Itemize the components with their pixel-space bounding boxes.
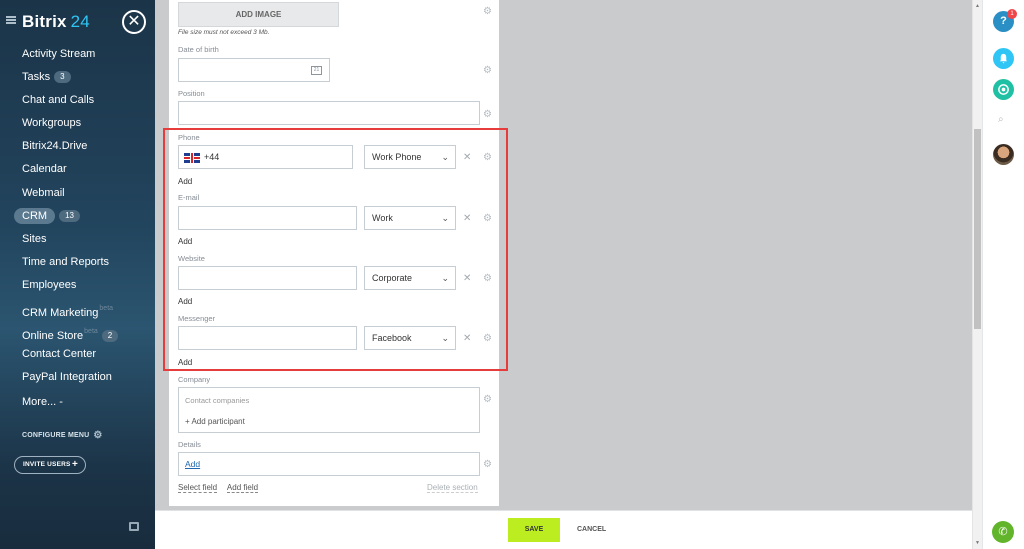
help-notification-badge: 1: [1007, 9, 1017, 19]
configure-menu-button[interactable]: CONFIGURE MENU ⚙: [22, 430, 103, 441]
details-label: Details: [178, 440, 201, 449]
printer-icon[interactable]: [129, 522, 139, 531]
crm-count-badge: 13: [59, 209, 80, 222]
sidebar-item-crm-marketing[interactable]: CRM Marketingbeta: [0, 298, 155, 321]
add-field-link[interactable]: Add field: [226, 483, 259, 493]
details-field[interactable]: Add: [178, 452, 480, 476]
sidebar-item-webmail[interactable]: Webmail: [0, 183, 155, 206]
sidebar-header: Bitrix 24 ✕: [0, 8, 155, 36]
bitrix24-logo[interactable]: Bitrix 24: [22, 12, 90, 32]
sidebar-item-tasks[interactable]: Tasks 3: [0, 67, 155, 90]
date-of-birth-label: Date of birth: [178, 45, 219, 54]
search-icon[interactable]: ⌕: [998, 114, 1004, 125]
sidebar-item-chat-and-calls[interactable]: Chat and Calls: [0, 90, 155, 113]
sidebar-item-activity-stream[interactable]: Activity Stream: [0, 44, 155, 67]
sidebar-item-crm[interactable]: CRM 13: [0, 206, 155, 229]
left-sidebar: Bitrix 24 ✕ Activity Stream Tasks 3 Chat a…: [0, 0, 155, 549]
close-icon[interactable]: ✕: [122, 10, 146, 34]
delete-section-link[interactable]: Delete section: [427, 483, 478, 493]
select-field-link[interactable]: Select field: [178, 483, 218, 493]
scroll-down-arrow-icon[interactable]: ▼: [975, 540, 980, 546]
scrollbar-thumb[interactable]: [974, 129, 981, 329]
date-of-birth-input[interactable]: [178, 58, 330, 82]
section-actions: Select field Add field: [178, 483, 266, 493]
hamburger-menu-icon[interactable]: [6, 16, 16, 24]
contact-companies-placeholder: Contact companies: [185, 396, 250, 405]
save-button[interactable]: SAVE: [508, 518, 560, 542]
plus-icon: +: [71, 459, 78, 470]
sidebar-item-more[interactable]: More... -: [0, 392, 155, 415]
sidebar-item-time-and-reports[interactable]: Time and Reports: [0, 252, 155, 275]
company-field[interactable]: Contact companies + Add participant: [178, 387, 480, 433]
phone-call-icon[interactable]: ✆: [992, 521, 1014, 543]
field-settings-gear-icon[interactable]: ⚙: [483, 65, 492, 76]
online-store-count-badge: 2: [101, 330, 119, 343]
position-input[interactable]: [178, 101, 480, 125]
add-participant-link[interactable]: + Add participant: [185, 417, 245, 426]
details-add-link[interactable]: Add: [185, 459, 200, 469]
sidebar-item-sites[interactable]: Sites: [0, 229, 155, 252]
highlight-annotation-box: [163, 128, 508, 371]
field-settings-gear-icon[interactable]: ⚙: [483, 6, 492, 17]
avatar[interactable]: [993, 144, 1014, 165]
sidebar-item-contact-center[interactable]: Contact Center: [0, 344, 155, 367]
field-settings-gear-icon[interactable]: ⚙: [483, 459, 492, 470]
sidebar-item-drive[interactable]: Bitrix24.Drive: [0, 136, 155, 159]
beta-tag: beta: [99, 305, 114, 313]
company-label: Company: [178, 375, 211, 384]
sidebar-item-workgroups[interactable]: Workgroups: [0, 113, 155, 136]
sidebar-item-calendar[interactable]: Calendar: [0, 159, 155, 182]
invite-users-button[interactable]: INVITE USERS +: [14, 456, 86, 474]
gear-icon: ⚙: [93, 430, 103, 441]
bell-icon[interactable]: [993, 48, 1014, 69]
beta-tag: beta: [84, 328, 98, 336]
sidebar-menu: Activity Stream Tasks 3 Chat and Calls Wo…: [0, 44, 155, 416]
tasks-count-badge: 3: [54, 71, 71, 84]
scroll-up-arrow-icon[interactable]: ▲: [975, 3, 980, 9]
sidebar-item-online-store[interactable]: Online Storebeta 2: [0, 321, 155, 344]
file-size-note: File size must not exceed 3 Mb.: [178, 29, 270, 36]
open-channels-icon[interactable]: [993, 79, 1014, 100]
vertical-scrollbar[interactable]: ▲ ▼: [972, 0, 982, 549]
calendar-icon[interactable]: 21: [311, 66, 322, 75]
sidebar-item-paypal-integration[interactable]: PayPal Integration: [0, 367, 155, 390]
position-label: Position: [178, 89, 205, 98]
add-image-button[interactable]: ADD IMAGE: [178, 2, 339, 27]
right-panel: ? 1 ⌕ ✆: [982, 0, 1024, 549]
field-settings-gear-icon[interactable]: ⚙: [483, 394, 492, 405]
sidebar-item-employees[interactable]: Employees: [0, 275, 155, 298]
form-footer: SAVE CANCEL: [155, 510, 972, 549]
field-settings-gear-icon[interactable]: ⚙: [483, 109, 492, 120]
cancel-button[interactable]: CANCEL: [577, 518, 606, 542]
